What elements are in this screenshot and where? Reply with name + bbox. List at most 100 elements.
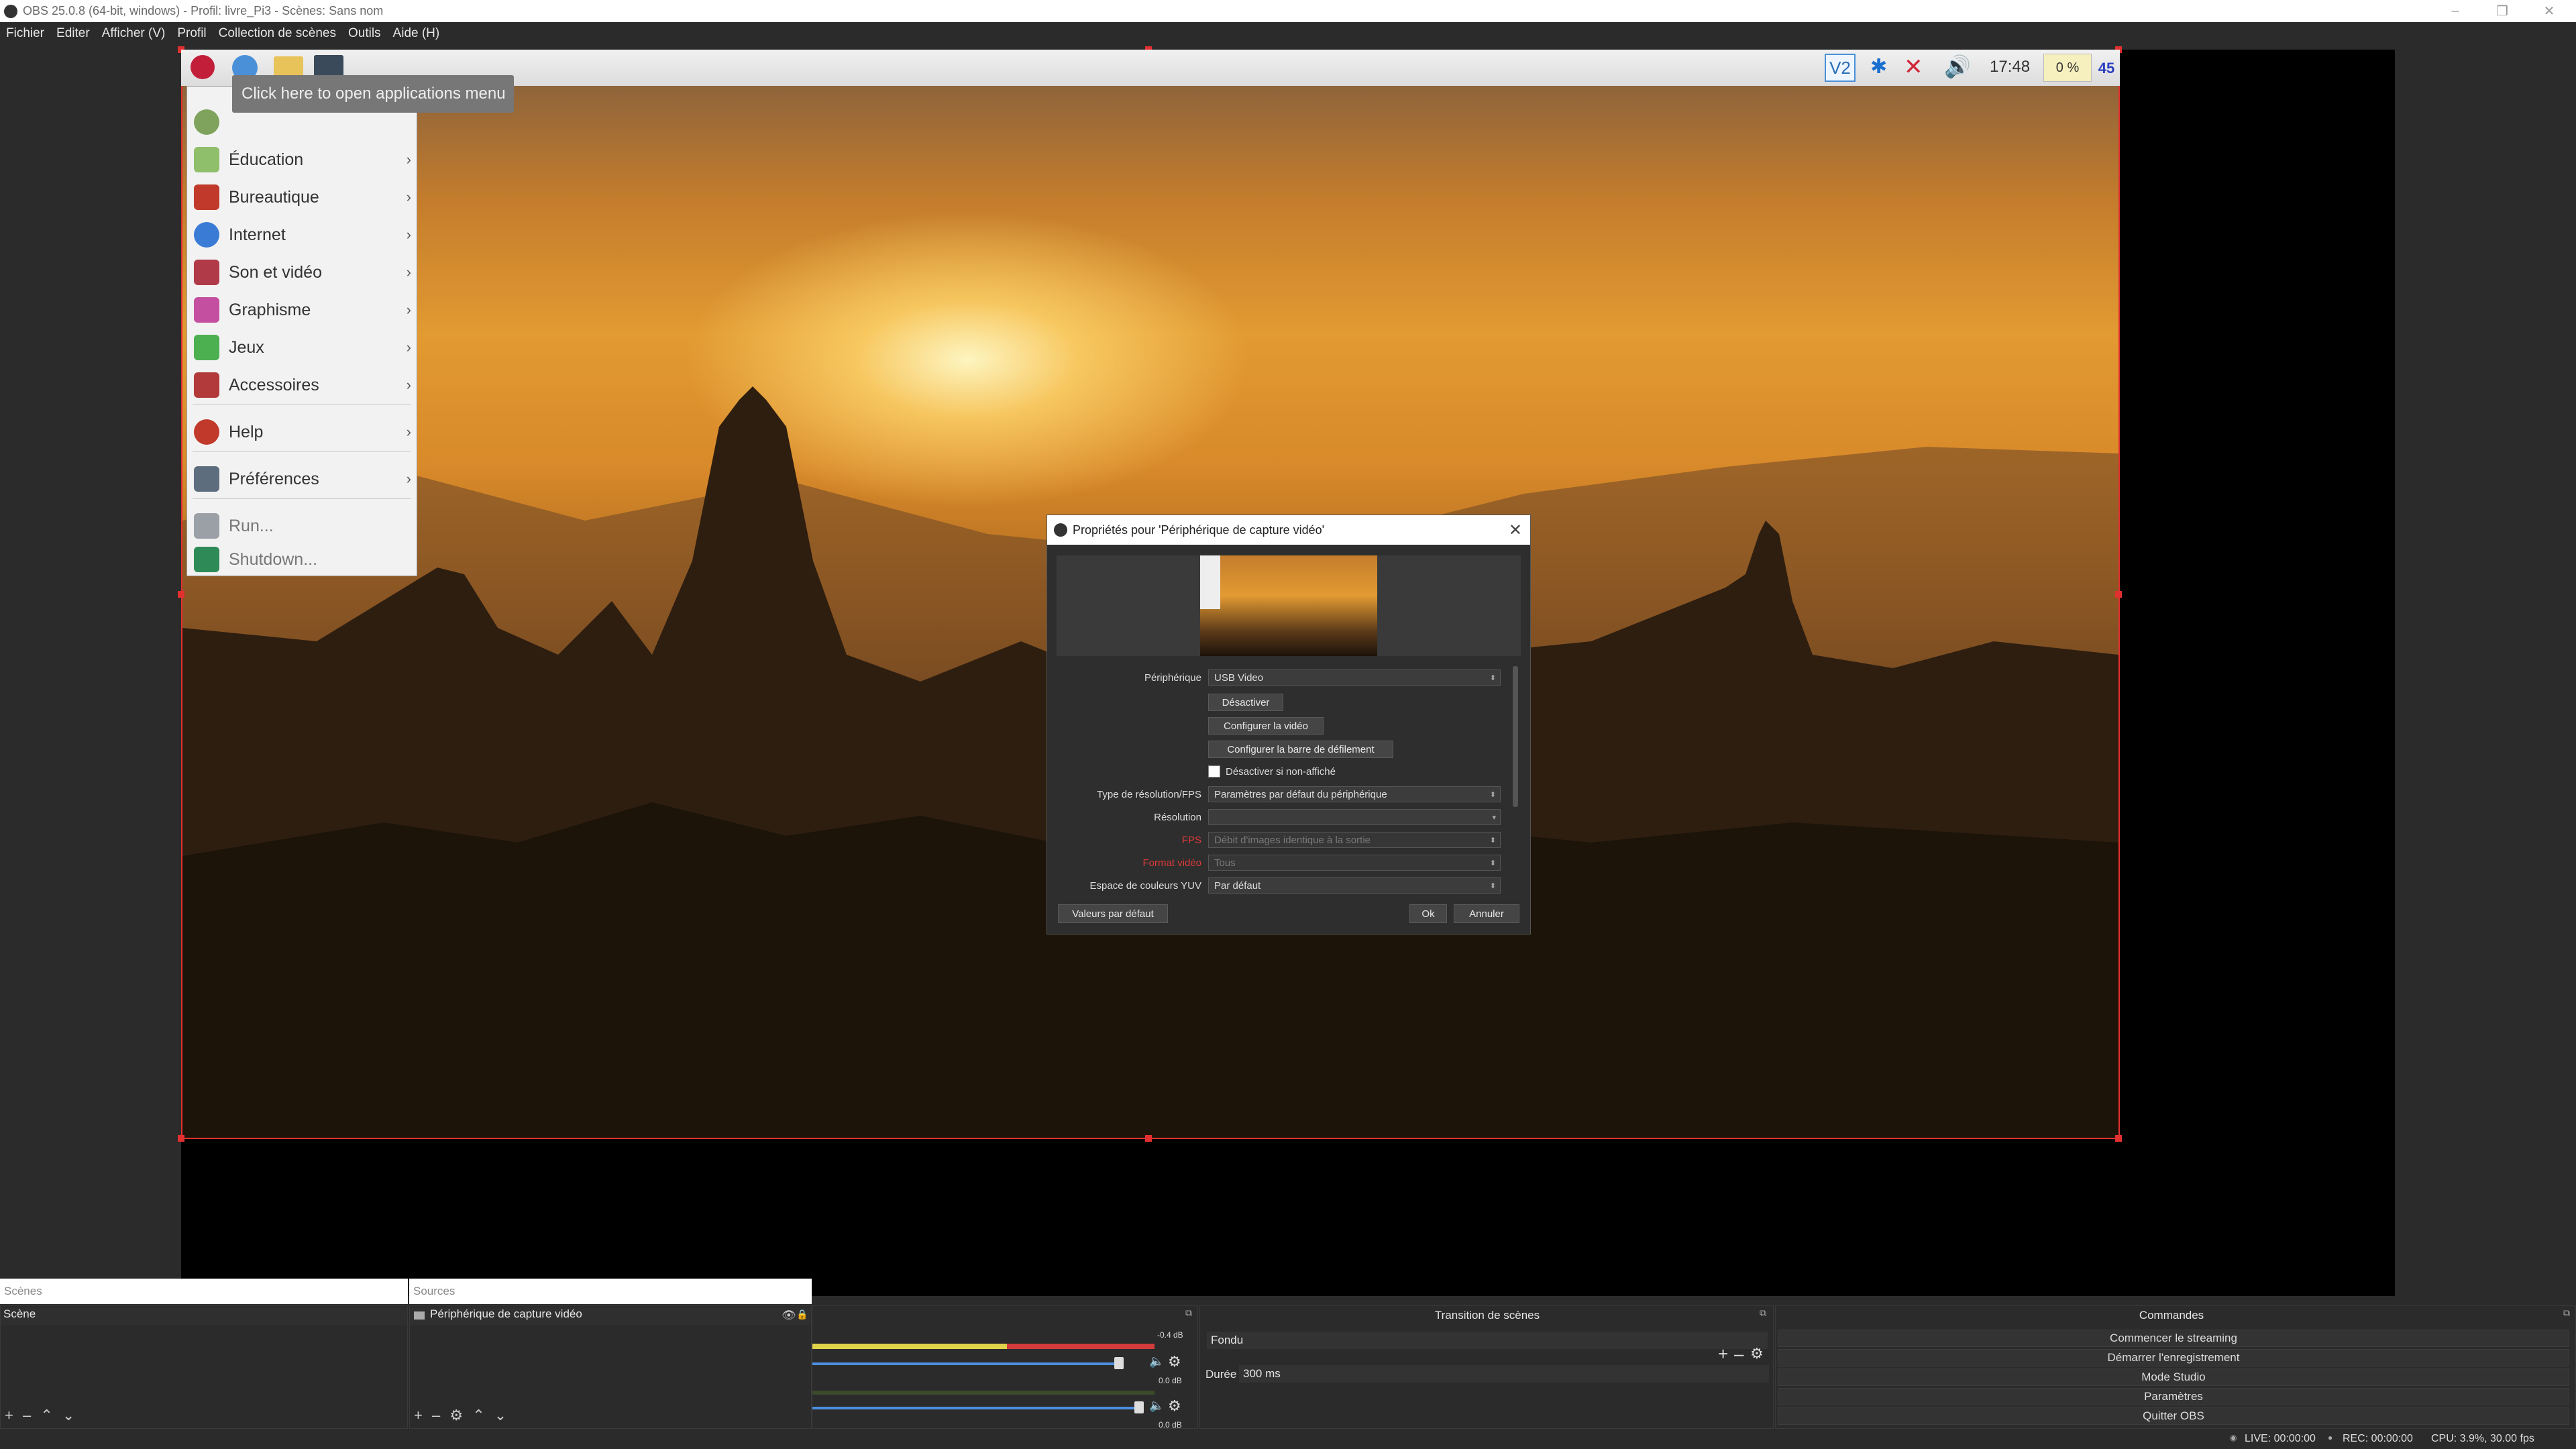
menu-item-label: Jeux	[229, 337, 264, 357]
menu-item-jeux[interactable]: Jeux ›	[187, 331, 417, 364]
add-icon[interactable]: +	[1718, 1344, 1728, 1364]
transform-handle[interactable]	[1145, 1135, 1152, 1142]
checkbox-label: Désactiver si non-affiché	[1226, 765, 1336, 777]
cpu-fps-readout: CPU: 3.9%, 30.00 fps	[2431, 1433, 2534, 1444]
move-up-icon[interactable]: ⌃	[40, 1407, 52, 1424]
desactiver-checkbox[interactable]	[1208, 765, 1220, 777]
network-disconnected-icon[interactable]: ✕	[1904, 54, 1931, 80]
menu-item-label: Accessoires	[229, 375, 319, 394]
studio-mode-button[interactable]: Mode Studio	[1778, 1368, 2569, 1386]
gear-icon[interactable]: ⚙	[1168, 1397, 1181, 1415]
minimize-button[interactable]: –	[2432, 0, 2479, 22]
start-recording-button[interactable]: Démarrer l'enregistrement	[1778, 1349, 2569, 1366]
defaults-button[interactable]: Valeurs par défaut	[1058, 904, 1168, 923]
menu-outils[interactable]: Outils	[342, 26, 387, 41]
scene-list-item[interactable]: Scène	[1, 1307, 407, 1325]
accessories-icon	[194, 372, 219, 398]
ok-button[interactable]: Ok	[1409, 904, 1447, 923]
desactiver-button[interactable]: Désactiver	[1208, 694, 1283, 711]
quit-obs-button[interactable]: Quitter OBS	[1778, 1407, 2569, 1425]
menu-item-label: Bureautique	[229, 187, 319, 207]
transform-handle[interactable]	[178, 1135, 184, 1142]
live-timer: LIVE: 00:00:00	[2245, 1433, 2316, 1444]
remove-icon[interactable]: –	[1734, 1344, 1743, 1364]
menu-item-label: Run...	[229, 516, 274, 535]
move-up-icon[interactable]: ⌃	[472, 1407, 484, 1424]
menu-item-bureautique[interactable]: Bureautique ›	[187, 180, 417, 214]
close-window-button[interactable]: ✕	[2526, 0, 2573, 22]
menu-item-graphisme[interactable]: Graphisme ›	[187, 293, 417, 327]
settings-button[interactable]: Paramètres	[1778, 1388, 2569, 1405]
menu-item-run[interactable]: Run...	[187, 509, 417, 543]
lock-icon[interactable]: 🔒	[796, 1309, 808, 1320]
transform-handle[interactable]	[2115, 591, 2122, 598]
volume-slider-handle[interactable]	[1134, 1401, 1144, 1413]
visibility-eye-icon[interactable]: 👁	[782, 1309, 796, 1322]
camera-icon	[414, 1311, 425, 1320]
transform-handle[interactable]	[2115, 1135, 2122, 1142]
dock-float-icon[interactable]: ⧉	[1185, 1307, 1192, 1319]
menu-item-son-video[interactable]: Son et vidéo ›	[187, 256, 417, 289]
volume-slider-handle[interactable]	[1114, 1357, 1124, 1369]
menu-item-help[interactable]: Help ›	[187, 415, 417, 449]
transition-select[interactable]: Fondu	[1207, 1332, 1768, 1349]
speaker-icon[interactable]: 🔈	[1149, 1354, 1164, 1368]
chevron-right-icon: ›	[406, 151, 411, 168]
move-down-icon[interactable]: ⌄	[494, 1407, 506, 1424]
bluetooth-icon[interactable]: ✱	[1870, 55, 1889, 80]
vnc-icon[interactable]: V2	[1825, 54, 1856, 82]
cancel-button[interactable]: Annuler	[1454, 904, 1519, 923]
type-res-select[interactable]: Paramètres par défaut du périphérique ⬍	[1208, 786, 1501, 802]
mixer-level-1: -0.4 dB	[1157, 1330, 1183, 1340]
source-list-item[interactable]: Périphérique de capture vidéo 👁 🔒	[410, 1307, 811, 1325]
dialog-scrollbar[interactable]	[1513, 666, 1518, 807]
menu-collection-scenes[interactable]: Collection de scènes	[213, 26, 342, 41]
remove-icon[interactable]: –	[23, 1407, 31, 1424]
menu-item-shutdown[interactable]: Shutdown...	[187, 543, 417, 576]
add-icon[interactable]: +	[414, 1407, 423, 1424]
add-icon[interactable]: +	[5, 1407, 13, 1424]
obs-app-icon	[1054, 523, 1067, 537]
menu-item-accessoires[interactable]: Accessoires ›	[187, 368, 417, 402]
yuv-select[interactable]: Par défaut ⬍	[1208, 877, 1501, 894]
configurer-barre-button[interactable]: Configurer la barre de défilement	[1208, 741, 1393, 758]
fps-select: Débit d'images identique à la sortie ⬍	[1208, 832, 1501, 848]
close-icon[interactable]: ✕	[1509, 521, 1522, 540]
menu-item-internet[interactable]: Internet ›	[187, 218, 417, 252]
menu-fichier[interactable]: Fichier	[0, 26, 50, 41]
menu-afficher[interactable]: Afficher (V)	[96, 26, 172, 41]
move-down-icon[interactable]: ⌄	[62, 1407, 74, 1424]
volume-slider-1[interactable]	[812, 1362, 1121, 1365]
speaker-icon[interactable]: 🔈	[1149, 1399, 1164, 1413]
format-value: Tous	[1214, 857, 1236, 869]
chevron-updown-icon: ⬍	[1489, 859, 1496, 867]
resolution-select[interactable]: ▾	[1208, 809, 1501, 825]
menu-item-preferences[interactable]: Préférences ›	[187, 462, 417, 496]
maximize-button[interactable]: ❐	[2479, 0, 2526, 22]
menu-editer[interactable]: Editer	[50, 26, 96, 41]
gear-icon[interactable]: ⚙	[449, 1407, 463, 1424]
chevron-right-icon: ›	[406, 376, 411, 393]
menu-item-education[interactable]: Éducation ›	[187, 143, 417, 176]
gear-icon[interactable]: ⚙	[1750, 1345, 1764, 1362]
type-res-label: Type de résolution/FPS	[1097, 789, 1201, 800]
peripherique-select[interactable]: USB Video ⬍	[1208, 669, 1501, 686]
dock-float-icon[interactable]: ⧉	[2563, 1307, 2570, 1319]
volume-icon[interactable]: 🔊	[1944, 54, 1971, 80]
gear-icon[interactable]: ⚙	[1168, 1353, 1181, 1371]
menu-item-label: Shutdown...	[229, 549, 318, 569]
menu-profil[interactable]: Profil	[171, 26, 212, 41]
configurer-video-button[interactable]: Configurer la vidéo	[1208, 717, 1324, 735]
transform-handle[interactable]	[178, 591, 184, 598]
raspberry-menu-icon[interactable]	[191, 55, 215, 79]
remove-icon[interactable]: –	[432, 1407, 440, 1424]
rec-icon: ●	[2328, 1433, 2333, 1442]
chevron-updown-icon: ⬍	[1489, 836, 1496, 845]
menu-aide[interactable]: Aide (H)	[387, 26, 446, 41]
menu-item-label: Son et vidéo	[229, 262, 322, 282]
desactiver-checkbox-row[interactable]: Désactiver si non-affiché	[1208, 765, 1336, 777]
duration-input[interactable]: 300 ms	[1239, 1365, 1769, 1383]
volume-slider-2[interactable]	[812, 1407, 1141, 1409]
start-streaming-button[interactable]: Commencer le streaming	[1778, 1330, 2569, 1347]
dock-float-icon[interactable]: ⧉	[1760, 1307, 1766, 1319]
